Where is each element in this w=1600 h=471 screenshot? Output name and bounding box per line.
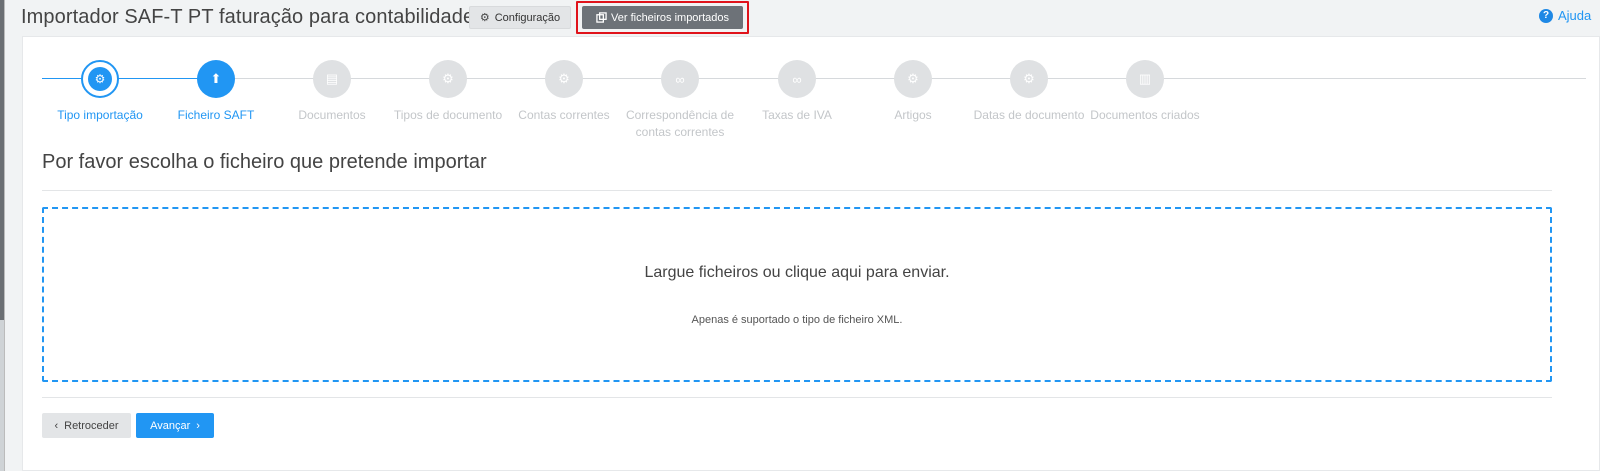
step-4[interactable]: ⚙ Tipos de documento [388,60,508,124]
step-circle: ⚙ [545,60,583,98]
step-8[interactable]: ⚙ Artigos [853,60,973,124]
divider [42,190,1552,191]
gear-icon: ⚙ [94,72,106,86]
step-3[interactable]: ▤ Documentos [272,60,392,124]
documents-icon: ▥ [1138,71,1152,86]
step-label: Taxas de IVA [762,108,832,122]
step-9[interactable]: ⚙ Datas de documento [969,60,1089,124]
gear-icon: ⚙ [442,71,454,86]
link-icon: ∞ [675,71,685,87]
copy-icon [596,12,607,23]
next-button[interactable]: Avançar › [136,413,214,438]
help-label: Ajuda [1558,8,1592,23]
gear-icon: ⚙ [479,12,490,24]
gear-icon: ⚙ [907,71,919,86]
step-circle: ▤ [313,60,351,98]
document-icon: ▤ [325,71,339,86]
link-icon: ∞ [792,71,802,87]
step-label: Artigos [894,108,932,122]
help-menu[interactable]: ? Ajuda [1539,8,1591,23]
dropzone-note: Apenas é suportado o tipo de ficheiro XM… [691,314,903,326]
step-6[interactable]: ∞ Correspondência de contas correntes [620,60,740,141]
configuration-label: Configuração [494,11,561,24]
header: Importador SAF-T PT faturação para conta… [0,0,1600,36]
upload-icon: ⬆ [210,71,222,86]
step-1[interactable]: ⚙ Tipo importação [40,60,160,124]
step-label: Contas correntes [518,108,610,122]
question-circle-icon: ? [1539,8,1553,23]
divider [42,397,1552,398]
step-label: Ficheiro SAFT [177,108,255,122]
back-button[interactable]: ‹ Retroceder [42,413,131,438]
view-imported-files-label: Ver ficheiros importados [611,11,729,24]
step-label: Tipo importação [57,108,143,122]
step-5[interactable]: ⚙ Contas correntes [504,60,624,124]
step-7[interactable]: ∞ Taxas de IVA [737,60,857,124]
next-label: Avançar [150,419,191,432]
step-circle: ∞ [778,60,816,98]
page-title: Importador SAF-T PT faturação para conta… [21,6,475,28]
gear-icon: ⚙ [1023,71,1035,86]
step-circle: ▥ [1126,60,1164,98]
chevron-left-icon: ‹ [54,419,59,432]
step-circle: ⚙ [1010,60,1048,98]
step-label: Tipos de documento [393,108,503,122]
step-label: Datas de documento [973,108,1085,122]
step-circle-inner: ⚙ [88,67,112,91]
step-10[interactable]: ▥ Documentos criados [1085,60,1205,124]
step-circle: ∞ [661,60,699,98]
step-2[interactable]: ⬆ Ficheiro SAFT [156,60,276,124]
step-circle: ⚙ [81,60,119,98]
step-label: Documentos criados [1090,108,1200,122]
step-circle: ⚙ [429,60,467,98]
section-title: Por favor escolha o ficheiro que pretend… [42,151,487,173]
file-dropzone[interactable]: Largue ficheiros ou clique aqui para env… [42,207,1552,382]
step-circle: ⚙ [894,60,932,98]
back-label: Retroceder [64,419,119,432]
configuration-button[interactable]: ⚙ Configuração [469,6,571,29]
step-label: Correspondência de contas correntes [625,108,735,139]
gears-icon: ⚙ [558,71,570,86]
step-circle: ⬆ [197,60,235,98]
dropzone-message: Largue ficheiros ou clique aqui para env… [644,264,950,281]
view-imported-files-button[interactable]: Ver ficheiros importados [582,6,743,29]
window-scrollbar[interactable] [0,0,5,471]
step-label: Documentos [298,108,366,122]
scrollbar-thumb[interactable] [0,0,4,320]
chevron-right-icon: › [196,419,200,432]
